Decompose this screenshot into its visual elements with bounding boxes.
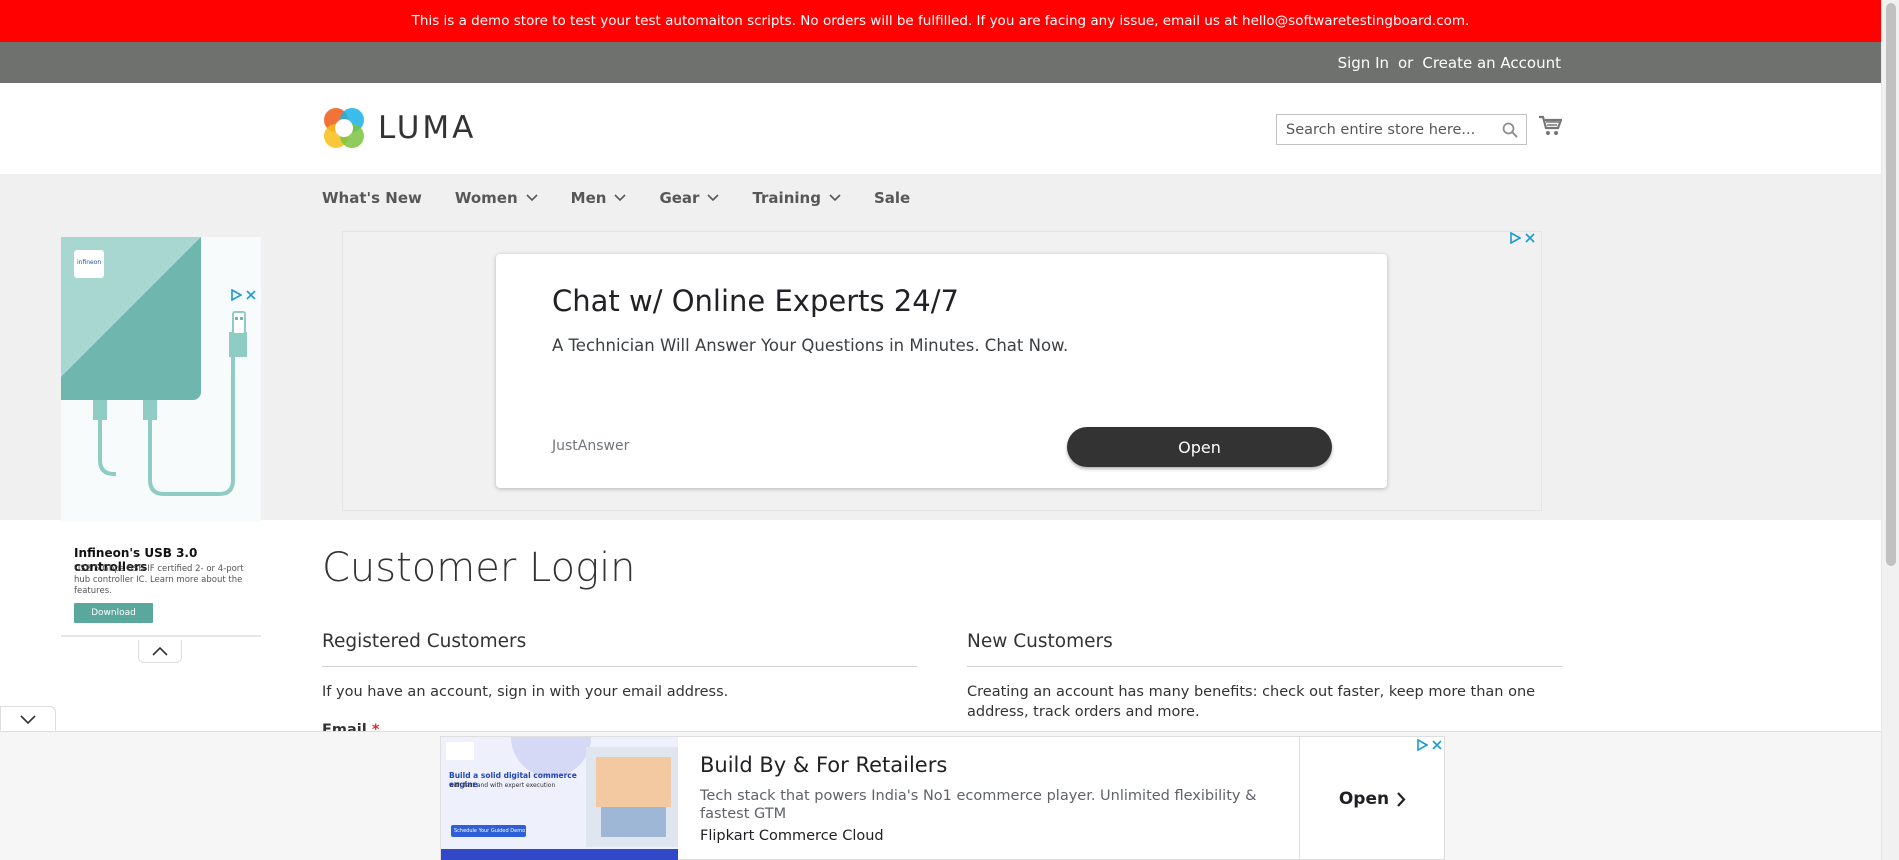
header-links: Sign In or Create an Account: [1338, 42, 1561, 83]
logo[interactable]: LUMA: [322, 105, 476, 151]
nav-item-label: Training: [752, 189, 821, 207]
ad-brand: JustAnswer: [552, 438, 630, 454]
side-ad-collapse-button[interactable]: [138, 640, 182, 663]
create-account-link[interactable]: Create an Account: [1422, 54, 1561, 72]
main-nav: What's New Women Men Gear Training Sale: [322, 174, 943, 222]
nav-item-sale[interactable]: Sale: [874, 189, 910, 207]
ad-title: Chat w/ Online Experts 24/7: [552, 284, 959, 318]
side-ad-download-button[interactable]: Download: [74, 603, 153, 623]
chevron-down-icon: [829, 194, 841, 202]
chevron-up-icon: [152, 646, 168, 656]
or-separator: or: [1398, 53, 1414, 72]
ad-description: A Technician Will Answer Your Questions …: [552, 336, 1069, 355]
side-ad-logo-text: infineon: [77, 259, 102, 266]
search-box: [1276, 114, 1527, 145]
luma-logo-icon: [324, 108, 364, 148]
logo-text: LUMA: [378, 110, 477, 146]
nav-item-label: Women: [454, 189, 518, 207]
new-customers-text: Creating an account has many benefits: c…: [967, 684, 1536, 720]
nav-item-training[interactable]: Training: [752, 189, 841, 207]
bottom-ad-image: Build a solid digital commerce engine wi…: [441, 737, 678, 860]
bottom-ad-choices[interactable]: [1417, 739, 1442, 751]
side-ad[interactable]: infineon Infineon's USB 3.0 controllers …: [61, 237, 261, 637]
side-ad-image: infineon: [61, 237, 261, 522]
bottom-ad[interactable]: Build a solid digital commerce engine wi…: [440, 736, 1445, 860]
divider: [322, 666, 917, 667]
page-title: Customer Login: [322, 545, 636, 591]
anchor-ad-toggle[interactable]: [0, 706, 56, 732]
close-icon[interactable]: [246, 290, 256, 300]
side-ad-divider: [61, 635, 261, 637]
bottom-ad-brand: Flipkart Commerce Cloud: [700, 828, 884, 844]
bottom-ad-open-button[interactable]: Open: [1299, 737, 1445, 860]
adchoices-icon: [231, 289, 242, 301]
search-icon[interactable]: [1502, 122, 1518, 142]
chevron-down-icon: [707, 194, 720, 202]
scrollbar-thumb[interactable]: [1886, 3, 1896, 566]
close-icon[interactable]: [1525, 233, 1535, 243]
close-icon[interactable]: [1432, 740, 1442, 750]
bottom-ad-thumb-sub: with fast and with expert execution: [449, 782, 556, 789]
ad-open-button[interactable]: Open: [1067, 427, 1332, 467]
nav-item-label: Gear: [659, 189, 700, 207]
bottom-ad-thumb-cta: Schedule Your Guided Demo: [454, 828, 526, 834]
sign-in-link[interactable]: Sign In: [1338, 54, 1389, 72]
nav-item-label: What's New: [322, 189, 422, 207]
nav-item-men[interactable]: Men: [571, 189, 627, 207]
chevron-down-icon: [526, 194, 538, 202]
cart-icon[interactable]: [1538, 115, 1563, 141]
search-input[interactable]: [1277, 115, 1487, 144]
chevron-down-icon: [20, 715, 36, 724]
adchoices-icon: [1417, 739, 1428, 751]
chevron-down-icon: [614, 194, 627, 202]
nav-item-whats-new[interactable]: What's New: [322, 189, 422, 207]
adchoices-icon: [1510, 232, 1521, 244]
nav-item-label: Sale: [873, 189, 911, 207]
page-scrollbar[interactable]: [1881, 0, 1899, 860]
divider: [967, 666, 1562, 667]
new-customers-title: New Customers: [967, 631, 1113, 652]
chevron-right-icon: [1397, 791, 1406, 807]
panel-header: Sign In or Create an Account: [0, 42, 1881, 83]
nav-item-label: Men: [570, 189, 607, 207]
bottom-ad-description: Tech stack that powers India's No1 ecomm…: [700, 788, 1257, 822]
demo-notice-text: This is a demo store to test your test a…: [411, 13, 1470, 29]
top-ad-card[interactable]: Chat w/ Online Experts 24/7 A Technician…: [496, 254, 1387, 488]
bottom-ad-title: Build By & For Retailers: [700, 753, 948, 777]
side-ad-subtitle: USB 5 Gbps USB-IF certified 2- or 4-port…: [74, 564, 244, 596]
demo-notice-bar: This is a demo store to test your test a…: [0, 0, 1881, 42]
registered-customers-text: If you have an account, sign in with you…: [322, 684, 729, 700]
registered-customers-title: Registered Customers: [322, 631, 527, 652]
side-ad-choices[interactable]: [231, 289, 256, 301]
bottom-ad-open-label: Open: [1338, 789, 1390, 809]
nav-item-gear[interactable]: Gear: [659, 189, 720, 207]
nav-item-women[interactable]: Women: [455, 189, 538, 207]
site-header: LUMA: [0, 83, 1881, 174]
top-ad-choices[interactable]: [1510, 232, 1535, 244]
